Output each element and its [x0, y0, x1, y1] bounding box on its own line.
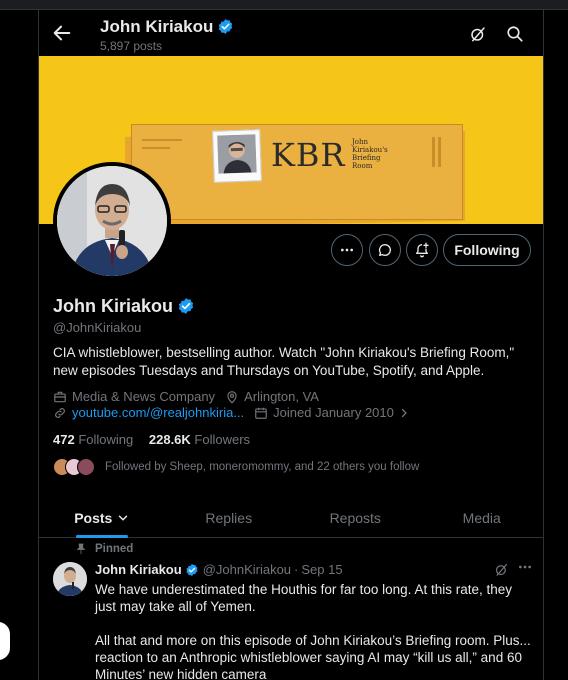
post-body: We have underestimated the Houthis for f… — [95, 581, 531, 680]
post-more-options[interactable] — [517, 559, 533, 578]
post-author-name[interactable]: John Kiriakou — [95, 562, 182, 577]
message-bubble-icon — [378, 243, 391, 256]
more-dots-icon — [341, 248, 353, 252]
chevron-right-icon[interactable] — [398, 407, 410, 419]
message-button[interactable] — [369, 234, 401, 266]
following-link[interactable]: 472 Following — [53, 432, 133, 447]
followers-link[interactable]: 228.6K Followers — [149, 432, 250, 447]
followers-count: 228.6K — [148, 432, 191, 447]
grok-icon[interactable] — [469, 25, 487, 43]
envelope-line — [142, 147, 170, 149]
banner-brand-text: KBR — [271, 136, 346, 174]
profile-website-link[interactable]: youtube.com/@realjohnkiria... — [72, 405, 244, 420]
header-name-text: John Kiriakou — [100, 17, 214, 36]
profile-header: John Kiriakou 5,897 posts — [39, 10, 543, 56]
profile-meta-row-2: youtube.com/@realjohnkiria... Joined Jan… — [53, 405, 415, 420]
profile-joined-date: Joined January 2010 — [273, 405, 394, 420]
tab-posts[interactable]: Posts — [39, 498, 166, 538]
profile-name: John Kiriakou — [53, 296, 195, 317]
post-paragraph: All that and more on this episode of Joh… — [95, 633, 531, 680]
post-date[interactable]: Sep 15 — [301, 562, 342, 577]
tab-reposts[interactable]: Reposts — [292, 498, 419, 537]
tab-reposts-label: Reposts — [329, 509, 381, 526]
followed-by-row[interactable]: Followed by Sheep, moneromommy, and 22 o… — [53, 457, 419, 477]
pinned-label: Pinned — [95, 543, 134, 555]
followers-label: Followers — [194, 432, 251, 447]
following-button[interactable]: Following — [443, 234, 531, 266]
tab-media-label: Media — [462, 509, 501, 526]
active-tab-underline — [76, 535, 129, 538]
envelope-line — [142, 139, 182, 141]
profile-location: Arlington, VA — [244, 389, 319, 404]
post-author-handle[interactable]: @JohnKiriakou — [203, 562, 291, 577]
notifications-button[interactable] — [406, 234, 438, 266]
profile-stats: 472 Following 228.6K Followers — [53, 432, 250, 447]
profile-handle: @JohnKiriakou — [53, 320, 142, 335]
following-label: Following — [78, 432, 134, 447]
profile-column: John Kiriakou 5,897 posts KBR John Kiria… — [38, 10, 544, 680]
back-arrow-icon[interactable] — [51, 22, 73, 44]
bell-plus-icon — [416, 242, 429, 258]
header-posts-count: 5,897 posts — [100, 39, 163, 53]
post-author-avatar[interactable] — [53, 562, 87, 596]
floating-side-button[interactable] — [0, 622, 10, 660]
tab-replies[interactable]: Replies — [166, 498, 293, 537]
envelope-line — [438, 137, 441, 167]
follower-avatar — [77, 458, 95, 476]
browser-top-strip — [0, 0, 568, 10]
chevron-down-icon — [119, 515, 128, 521]
link-icon — [55, 407, 65, 418]
pin-icon — [76, 543, 86, 554]
grok-icon[interactable] — [494, 562, 509, 577]
briefcase-icon — [54, 391, 66, 402]
following-count: 472 — [53, 432, 75, 447]
envelope-line — [432, 137, 435, 167]
profile-name-text: John Kiriakou — [53, 296, 174, 316]
post-header: John Kiriakou @JohnKiriakou · Sep 15 — [95, 562, 343, 577]
verified-badge-icon — [219, 19, 233, 34]
tab-replies-label: Replies — [205, 509, 253, 526]
verified-badge-icon[interactable] — [177, 297, 195, 315]
tab-posts-label: Posts — [74, 509, 113, 526]
post-avatar-portrait — [53, 562, 87, 596]
calendar-icon — [255, 407, 268, 419]
portrait-illustration — [217, 134, 257, 174]
banner-brand-subtitle: John Kiriakou's Briefing Room — [352, 138, 388, 170]
tab-media[interactable]: Media — [419, 498, 544, 537]
followed-by-text: Followed by Sheep, moneromommy, and 22 o… — [105, 461, 420, 473]
search-icon[interactable] — [506, 25, 524, 43]
more-dots-icon — [519, 565, 531, 569]
profile-category: Media & News Company — [72, 389, 216, 404]
banner-photo — [212, 129, 262, 183]
location-pin-icon — [227, 390, 237, 404]
pinned-indicator: Pinned — [75, 543, 133, 555]
verified-badge-icon — [186, 563, 198, 576]
more-options-button[interactable] — [331, 234, 363, 266]
avatar-portrait — [57, 166, 167, 276]
profile-bio: CIA whistleblower, bestselling author. W… — [53, 345, 515, 378]
profile-tabs: Posts Replies Reposts Media — [39, 498, 544, 538]
profile-meta-row-1: Media & News Company Arlington, VA — [53, 389, 319, 404]
profile-avatar[interactable] — [53, 162, 171, 280]
post-separator: · — [294, 562, 299, 577]
header-name: John Kiriakou — [100, 17, 234, 37]
post-paragraph: We have underestimated the Houthis for f… — [95, 582, 512, 614]
